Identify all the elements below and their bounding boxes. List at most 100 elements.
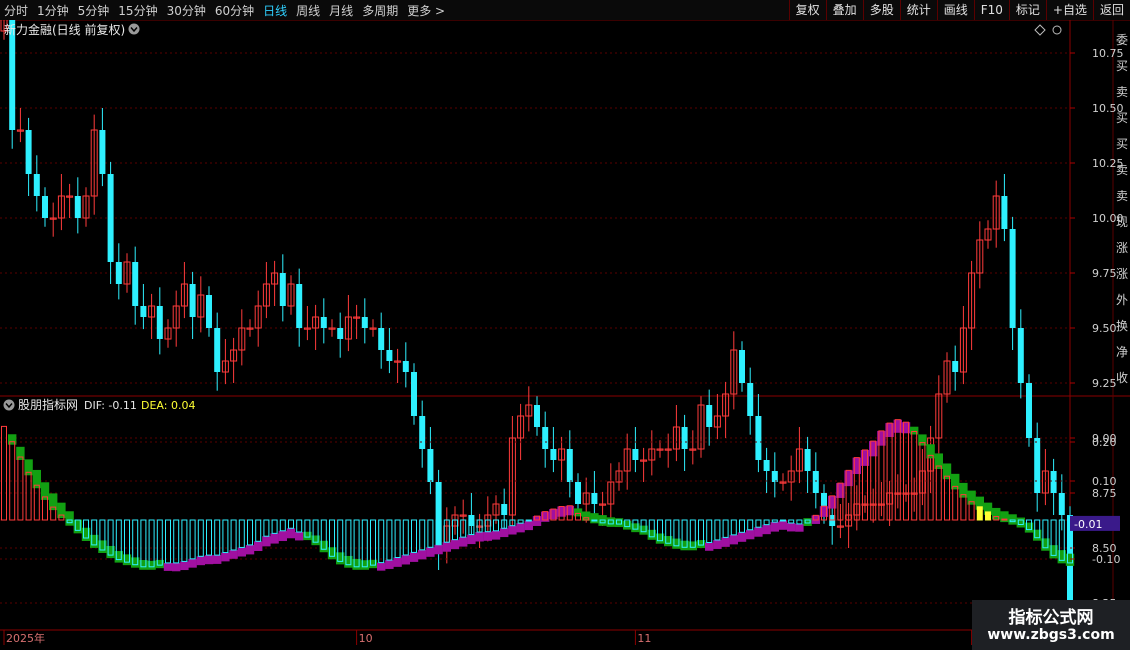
indicator-tick-label: 0.20 xyxy=(1092,436,1117,449)
indicator-band-segment xyxy=(467,534,476,545)
indicator-band-segment xyxy=(778,520,788,530)
candle-body-down xyxy=(591,493,598,504)
indicator-band-segment xyxy=(1008,514,1017,525)
period-tab-3[interactable]: 15分钟 xyxy=(118,2,157,19)
candle-body-down xyxy=(361,317,368,328)
period-tab-5[interactable]: 60分钟 xyxy=(215,2,254,19)
candle-body-down xyxy=(755,416,762,460)
indicator-histogram-bar xyxy=(148,519,155,568)
indicator-histogram-bar xyxy=(796,519,803,525)
quote-panel-label: 买 xyxy=(1116,59,1128,73)
indicator-band-segment xyxy=(729,534,738,545)
candle-body-down xyxy=(1009,229,1016,328)
diamond-icon[interactable] xyxy=(1034,24,1046,36)
indicator-histogram-bar xyxy=(903,421,909,521)
toolbar-button-6[interactable]: 标记 xyxy=(1008,0,1046,20)
price-tick-label: 8.75 xyxy=(1092,487,1117,500)
indicator-histogram-bar xyxy=(140,519,147,568)
period-tab-1[interactable]: 1分钟 xyxy=(37,2,69,19)
candle-body-down xyxy=(1058,493,1065,515)
indicator-band-segment xyxy=(491,530,501,540)
indicator-histogram-bar xyxy=(402,519,409,556)
candle-body-down xyxy=(1001,196,1008,229)
indicator-dropdown-icon[interactable] xyxy=(3,399,15,411)
toolbar-button-4[interactable]: 画线 xyxy=(936,0,974,20)
indicator-band-segment xyxy=(450,539,460,550)
indicator-band-segment xyxy=(385,560,394,569)
period-tab-7[interactable]: 周线 xyxy=(296,2,320,19)
indicator-histogram-bar xyxy=(747,519,754,531)
indicator-histogram-bar xyxy=(944,475,950,521)
candle-body-down xyxy=(320,317,327,328)
watermark-title: 指标公式网 xyxy=(1008,608,1094,628)
indicator-histogram-bar xyxy=(206,519,212,556)
indicator-band-segment xyxy=(196,556,205,566)
indicator-band-segment xyxy=(721,537,730,547)
toolbar-button-5[interactable]: F10 xyxy=(973,0,1009,20)
toolbar-button-0[interactable]: 复权 xyxy=(788,0,826,20)
indicator-histogram-bar xyxy=(960,494,967,521)
indicator-band-segment xyxy=(442,542,451,552)
indicator-histogram-bar xyxy=(173,519,180,564)
indicator-histogram-bar xyxy=(394,519,401,558)
indicator-histogram-bar xyxy=(189,519,196,560)
period-tab-9[interactable]: 多周期 xyxy=(362,2,398,19)
indicator-histogram-bar xyxy=(181,519,188,562)
indicator-histogram-bar xyxy=(788,519,795,524)
indicator-band-segment xyxy=(754,527,763,537)
toolbar-button-1[interactable]: 叠加 xyxy=(825,0,863,20)
candle-body-down xyxy=(378,328,385,350)
indicator-band-segment xyxy=(787,523,796,532)
candle-body-down xyxy=(804,449,811,471)
candle-body-down xyxy=(279,273,286,306)
price-tick-label: 9.25 xyxy=(1092,377,1117,390)
period-tab-2[interactable]: 5分钟 xyxy=(78,2,110,19)
candle-body-down xyxy=(534,405,540,427)
period-tab-4[interactable]: 30分钟 xyxy=(167,2,206,19)
watermark-url: www.zbgs3.com xyxy=(987,627,1115,643)
quote-panel-label: 涨 xyxy=(1116,240,1128,255)
candle-body-down xyxy=(1034,438,1041,493)
period-tab-8[interactable]: 月线 xyxy=(329,2,353,19)
toolbar-button-3[interactable]: 统计 xyxy=(899,0,937,20)
indicator-band-segment xyxy=(245,544,255,555)
indicator-histogram-bar xyxy=(263,519,270,537)
toolbar-button-2[interactable]: 多股 xyxy=(862,0,900,20)
candle-body-down xyxy=(74,196,81,218)
candle-body-down xyxy=(575,482,581,504)
dif-label: DIF: -0.11 xyxy=(84,399,137,412)
indicator-histogram-bar xyxy=(288,519,294,529)
candle-body-down xyxy=(214,328,221,372)
indicator-histogram-bar xyxy=(1001,518,1008,521)
indicator-band-segment xyxy=(770,522,779,532)
indicator-band-segment xyxy=(270,533,279,544)
zoom-circle-icon[interactable] xyxy=(1052,25,1062,35)
candle-body-down xyxy=(771,471,778,482)
title-dropdown-icon[interactable] xyxy=(128,23,140,35)
indicator-band-segment xyxy=(483,531,492,541)
indicator-name: 股朋指标网 xyxy=(18,397,78,412)
toolbar-buttons: 复权 叠加 多股 统计 画线 F10 标记 +自选 返回 xyxy=(788,0,1130,20)
candle-body-down xyxy=(140,306,147,317)
indicator-band-segment xyxy=(295,532,304,541)
indicator-histogram-bar xyxy=(780,519,786,522)
period-tab-10[interactable]: 更多 > xyxy=(407,2,445,19)
indicator-band-segment xyxy=(278,530,287,542)
period-tab-0[interactable]: 分时 xyxy=(4,2,28,19)
period-tab-6[interactable]: 日线 xyxy=(263,2,287,19)
indicator-band-segment xyxy=(508,525,517,535)
quote-panel-label: 卖 xyxy=(1116,189,1128,203)
stock-chart[interactable]: 11.0510.7510.5010.2510.009.759.509.259.0… xyxy=(0,20,1130,650)
toolbar-button-8[interactable]: 返回 xyxy=(1092,0,1130,20)
indicator-band-segment xyxy=(163,562,173,571)
indicator-band-segment xyxy=(516,523,525,533)
indicator-histogram-bar xyxy=(763,519,770,526)
indicator-histogram-bar xyxy=(279,519,286,532)
top-toolbar: 分时 1分钟 5分钟 15分钟 30分钟 60分钟 日线 周线 月线 多周期 更多 > 复权 叠加 多股… xyxy=(0,0,1130,21)
toolbar-button-7[interactable]: +自选 xyxy=(1045,0,1093,20)
candle-body-down xyxy=(550,449,557,460)
indicator-band-segment xyxy=(418,549,427,560)
candle-body-down xyxy=(386,350,393,361)
indicator-histogram-bar xyxy=(230,519,237,551)
indicator-histogram-bar xyxy=(17,456,24,521)
